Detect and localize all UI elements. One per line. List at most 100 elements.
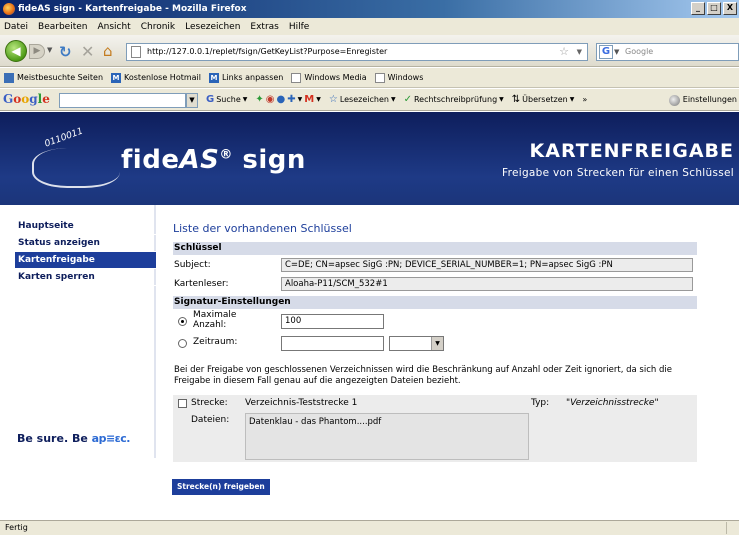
translate-button[interactable]: ⇅ Übersetzen ▼ (512, 93, 575, 107)
close-button[interactable]: X (723, 2, 737, 15)
header-banner: 0110011 fideAS® sign KARTENFREIGABE Frei… (0, 112, 739, 205)
bookmark-label: Meistbesuchte Seiten (17, 73, 104, 82)
apsec-logo: ap≡εc. (91, 432, 131, 445)
sparkle-icon: ✦ (255, 94, 264, 105)
google-search-dropdown-icon[interactable]: ▼ (186, 93, 198, 108)
google-search-button[interactable]: G Suche ▼ (206, 93, 247, 107)
section-heading: Liste der vorhandenen Schlüssel (173, 222, 352, 235)
back-arrow-icon[interactable]: ◀ (5, 40, 27, 62)
bookmark-windows-media[interactable]: Windows Media (291, 72, 367, 83)
status-text: Fertig (5, 523, 28, 532)
signature-graphic (32, 148, 120, 188)
brand-name: fideAS® sign (121, 145, 306, 175)
plus-icon: ✚ (287, 94, 296, 105)
menu-hilfe[interactable]: Hilfe (289, 22, 309, 32)
settings-icon (668, 94, 680, 106)
google-bookmarks-button[interactable]: ☆ Lesezeichen ▼ (329, 93, 396, 107)
navigation-toolbar: ◀ ▶ ▼ ↻ ✕ ⌂ http://127.0.0.1/replet/fsig… (0, 35, 739, 67)
google-g-icon: G (206, 94, 215, 105)
fideas-logo: 0110011 (16, 126, 120, 194)
period-radio[interactable] (178, 339, 187, 348)
window-title: fideAS sign - Kartenfreigabe - Mozilla F… (18, 4, 247, 14)
release-note: Bei der Freigabe von geschlossenen Verze… (174, 365, 672, 386)
stretch-checkbox[interactable] (178, 399, 187, 408)
forward-arrow-icon[interactable]: ▶ (29, 44, 45, 59)
files-label: Dateien: (191, 415, 230, 425)
bookmark-meistbesuchte-seiten[interactable]: Meistbesuchte Seiten (4, 72, 104, 83)
bookmark-label: Kostenlose Hotmail (124, 73, 201, 82)
window-title-bar: fideAS sign - Kartenfreigabe - Mozilla F… (0, 0, 739, 18)
menu-bearbeiten[interactable]: Bearbeiten (38, 22, 87, 32)
search-input[interactable]: G ▼ Google (596, 43, 739, 61)
max-count-radio[interactable] (178, 317, 187, 326)
menu-extras[interactable]: Extras (250, 22, 278, 32)
translate-icon: ⇅ (511, 94, 521, 105)
address-bar-url: http://127.0.0.1/replet/fsign/GetKeyList… (147, 47, 388, 56)
stretch-entry: Strecke: Verzeichnis-Teststrecke 1 Typ: … (173, 395, 697, 462)
bookmark-windows[interactable]: Windows (374, 72, 423, 83)
max-count-label: Maximale Anzahl: (193, 310, 237, 330)
stretch-type-label: Typ: (531, 398, 550, 408)
spellcheck-button[interactable]: ✓ Rechtschreibprüfung ▼ (404, 93, 504, 107)
search-placeholder: Google (625, 47, 654, 56)
resize-grip[interactable] (726, 522, 736, 534)
sidebar: Hauptseite Status anzeigen Kartenfreigab… (0, 205, 156, 458)
file-item: Datenklau - das Phantom....pdf (249, 417, 382, 427)
card-reader-label: Kartenleser: (174, 279, 229, 289)
pagerank-icon: ◉ (265, 94, 275, 105)
bookmark-star-icon: ☆ (328, 94, 338, 105)
key-section-header: Schlüssel (173, 242, 697, 255)
bookmark-star-icon[interactable]: ☆ (559, 44, 569, 60)
menu-lesezeichen[interactable]: Lesezeichen (185, 22, 240, 32)
page-icon (131, 46, 141, 58)
menu-datei[interactable]: Datei (4, 22, 28, 32)
google-logo[interactable]: Google (3, 92, 50, 106)
more-button[interactable]: » (582, 93, 587, 107)
bookmark-label: Links anpassen (222, 73, 284, 82)
page-subtitle: Freigabe von Strecken für einen Schlüsse… (502, 167, 734, 179)
home-icon[interactable]: ⌂ (103, 42, 113, 60)
logo-digits: 0110011 (43, 126, 85, 150)
google-settings-button[interactable]: Einstellungen (668, 93, 737, 107)
sidebar-item-karten-sperren[interactable]: Karten sperren (15, 269, 156, 286)
rss-icon (4, 72, 14, 83)
maximize-button[interactable]: □ (707, 2, 721, 15)
max-count-input[interactable]: 100 (281, 314, 384, 329)
subject-field: C=DE; CN=apsec SigG :PN; DEVICE_SERIAL_N… (281, 258, 693, 272)
menu-chronik[interactable]: Chronik (141, 22, 175, 32)
bookmark-kostenlose-hotmail[interactable]: M Kostenlose Hotmail (111, 72, 201, 83)
release-stretches-button[interactable]: Strecke(n) freigeben (172, 479, 270, 495)
sidebar-item-status-anzeigen[interactable]: Status anzeigen (15, 235, 156, 252)
stop-icon[interactable]: ✕ (81, 42, 94, 61)
google-toolbar-search-input[interactable] (59, 93, 186, 108)
card-reader-field: Aloaha-P11/SCM_532#1 (281, 277, 693, 291)
search-engine-dropdown-icon[interactable]: ▼ (614, 44, 619, 60)
history-dropdown-icon[interactable]: ▼ (47, 46, 52, 54)
stretch-name: Verzeichnis-Teststrecke 1 (245, 398, 358, 408)
sidebar-item-kartenfreigabe[interactable]: Kartenfreigabe (15, 252, 156, 269)
period-label: Zeitraum: (193, 337, 238, 347)
tagline: Be sure. Be ap≡εc. (17, 432, 130, 445)
hotmail-icon: M (111, 72, 122, 83)
signature-settings-header: Signatur-Einstellungen (173, 296, 697, 309)
status-bar: Fertig (0, 520, 739, 535)
period-input[interactable] (281, 336, 384, 351)
minimize-button[interactable]: _ (691, 2, 705, 15)
menu-ansicht[interactable]: Ansicht (97, 22, 130, 32)
firefox-icon (3, 3, 15, 15)
address-bar[interactable]: http://127.0.0.1/replet/fsign/GetKeyList… (126, 43, 588, 61)
google-search-engine-icon[interactable]: G (599, 45, 613, 59)
period-unit-select[interactable]: ▼ (389, 336, 444, 351)
sidebar-item-hauptseite[interactable]: Hauptseite (15, 218, 156, 235)
url-dropdown-icon[interactable]: ▼ (577, 44, 582, 60)
gmail-icon: M (304, 94, 315, 105)
google-toolbar: Google ▼ G Suche ▼ ✦ ◉ ● ✚ ▼ M ▼ ☆ Lesezeichen ▼ ✓… (0, 89, 739, 111)
reload-icon[interactable]: ↻ (59, 43, 72, 61)
bookmark-links-anpassen[interactable]: M Links anpassen (209, 72, 284, 83)
hotmail-icon: M (209, 72, 219, 83)
chevron-down-icon: ▼ (431, 337, 443, 350)
stretch-label: Strecke: (191, 398, 228, 408)
google-toolbar-extras[interactable]: ✦ ◉ ● ✚ ▼ M ▼ (255, 93, 320, 107)
subject-label: Subject: (174, 260, 211, 270)
spellcheck-icon: ✓ (403, 94, 412, 105)
